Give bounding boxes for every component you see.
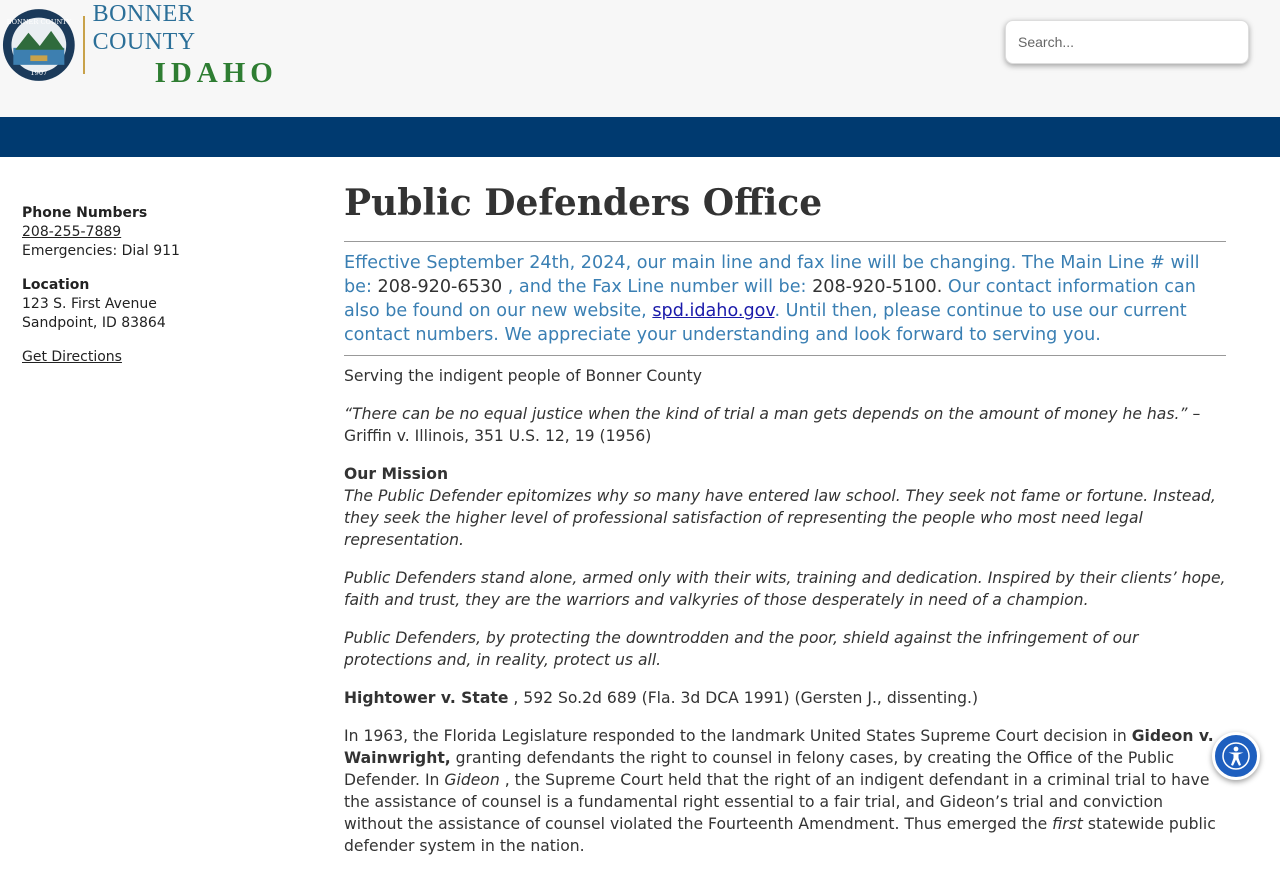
location-heading: Location: [22, 277, 90, 293]
emergencies-text: Emergencies: Dial 911: [22, 243, 180, 259]
contact-sidebar: Phone Numbers 208-255-7889 Emergencies: …: [22, 204, 312, 367]
history-paragraph: In 1963, the Florida Legislature respond…: [344, 725, 1226, 857]
phone-section: Phone Numbers 208-255-7889 Emergencies: …: [22, 204, 312, 261]
spd-website-link[interactable]: spd.idaho.gov: [652, 301, 774, 321]
accessibility-icon: [1222, 742, 1250, 770]
mission-paragraph-1: The Public Defender epitomizes why so ma…: [344, 487, 1216, 549]
citation-case: Hightower v. State: [344, 689, 509, 707]
history-text-a: In 1963, the Florida Legislature respond…: [344, 727, 1132, 745]
mission-paragraph-3-wrap: Public Defenders, by protecting the down…: [344, 627, 1226, 671]
get-directions-link[interactable]: Get Directions: [22, 349, 122, 365]
mission-paragraph-3: Public Defenders, by protecting the down…: [344, 629, 1139, 669]
seal-text: BONNER COUNTY: [7, 18, 72, 26]
mission-heading: Our Mission: [344, 465, 449, 483]
logo-county-name: BONNER COUNTY: [92, 1, 196, 55]
address-line-2: Sandpoint, ID 83864: [22, 315, 166, 331]
logo-divider: [82, 16, 85, 74]
notice-main-number: 208-920-6530: [377, 277, 503, 297]
search-input[interactable]: [1005, 20, 1249, 64]
griffin-quote: “There can be no equal justice when the …: [344, 403, 1226, 447]
history-first: first: [1052, 815, 1083, 833]
notice-text-2: , and the Fax Line number will be:: [502, 277, 813, 297]
article-body: Serving the indigent people of Bonner Co…: [344, 365, 1226, 857]
accessibility-button[interactable]: [1212, 732, 1260, 780]
logo-state-name: IDAHO: [154, 57, 278, 89]
site-header: BONNER COUNTY 1907 BONNER COUNTY IDAHO: [0, 0, 1280, 117]
logo-text: BONNER COUNTY IDAHO: [93, 0, 292, 90]
county-seal-icon: BONNER COUNTY 1907: [2, 9, 75, 81]
address-line-1: 123 S. First Avenue: [22, 296, 157, 312]
location-section: Location 123 S. First Avenue Sandpoint, …: [22, 276, 312, 333]
seal-year: 1907: [30, 69, 47, 77]
mission-block: Our Mission The Public Defender epitomize…: [344, 463, 1226, 551]
hightower-citation: Hightower v. State , 592 So.2d 689 (Fla.…: [344, 687, 1226, 709]
main-navbar: [0, 117, 1280, 157]
phone-change-notice: Effective September 24th, 2024, our main…: [344, 242, 1226, 356]
main-content: Public Defenders Office Effective Septem…: [344, 180, 1226, 873]
phone-heading: Phone Numbers: [22, 205, 148, 221]
citation-rest: , 592 So.2d 689 (Fla. 3d DCA 1991) (Gers…: [508, 689, 979, 707]
history-gideon: Gideon: [444, 771, 500, 789]
page-title: Public Defenders Office: [344, 180, 1226, 242]
site-logo[interactable]: BONNER COUNTY 1907 BONNER COUNTY IDAHO: [2, 1, 292, 89]
phone-number-link[interactable]: 208-255-7889: [22, 224, 121, 240]
mission-paragraph-2: Public Defenders stand alone, armed only…: [344, 569, 1226, 609]
notice-fax-number: 208-920-5100.: [812, 277, 943, 297]
mission-paragraph-2-wrap: Public Defenders stand alone, armed only…: [344, 567, 1226, 611]
serving-text: Serving the indigent people of Bonner Co…: [344, 367, 702, 385]
quote-text: “There can be no equal justice when the …: [344, 405, 1188, 423]
